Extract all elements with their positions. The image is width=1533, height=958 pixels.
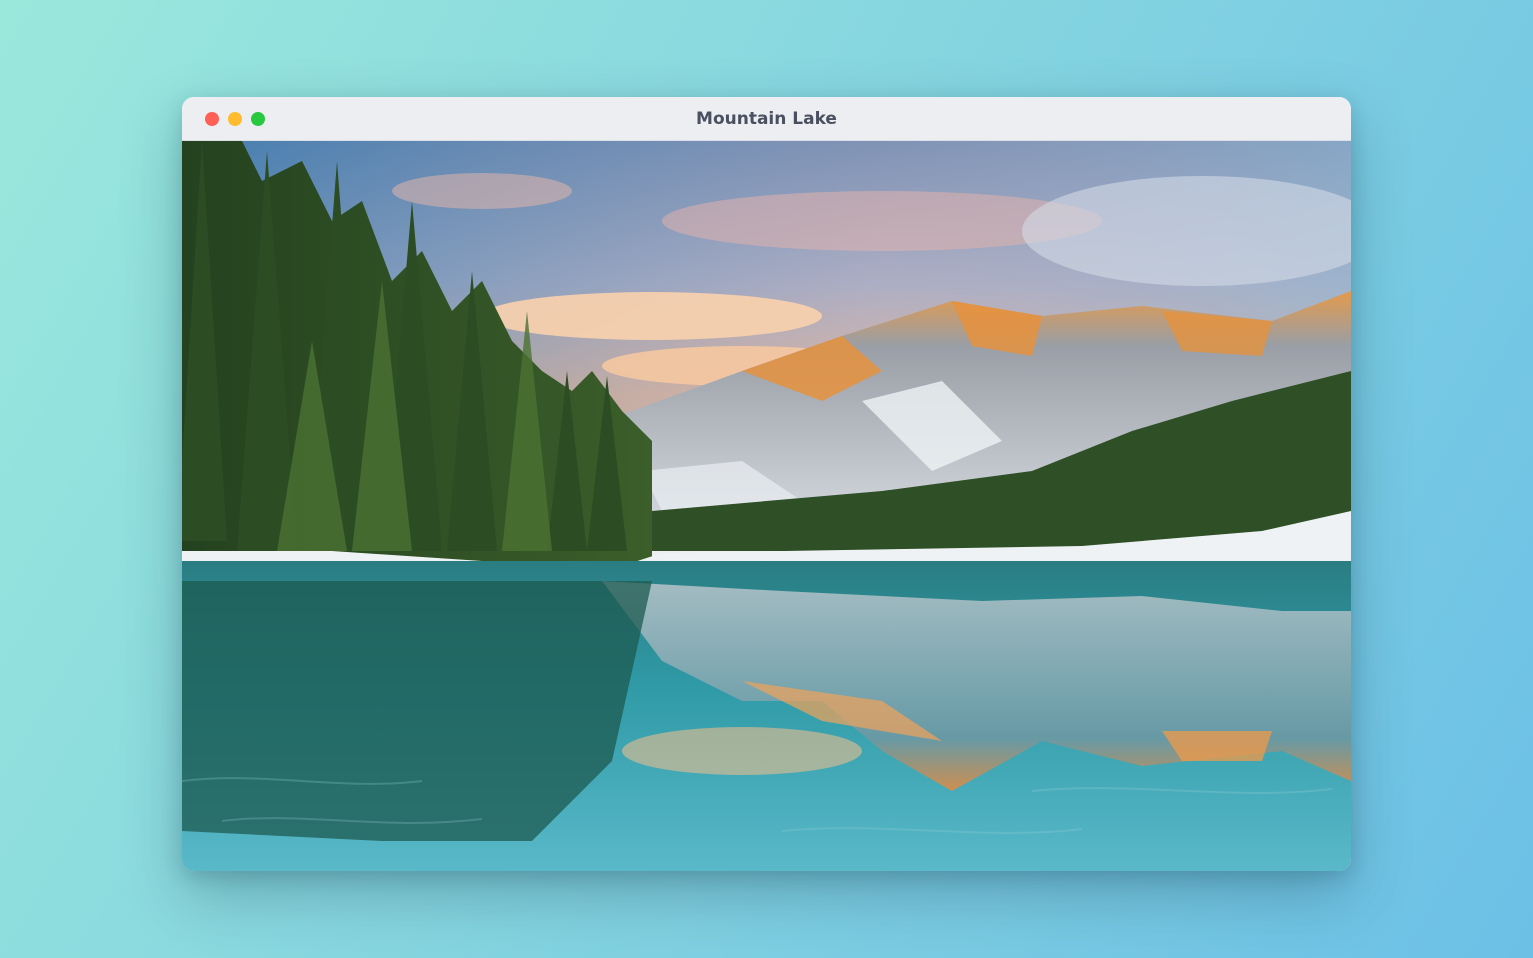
app-window: Mountain Lake	[182, 97, 1351, 871]
window-title: Mountain Lake	[696, 109, 837, 129]
landscape-photo	[182, 141, 1351, 871]
title-bar[interactable]: Mountain Lake	[182, 97, 1351, 141]
photo-viewer	[182, 141, 1351, 871]
